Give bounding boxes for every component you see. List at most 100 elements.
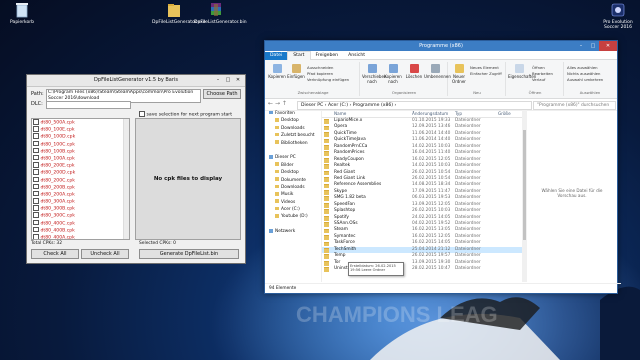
cpk-file-list[interactable]: dt80_500A.cpk dt80_100E.cpk dt80_100D.cpk d… xyxy=(31,118,130,240)
cpk-list-item[interactable]: dt80_100A.cpk xyxy=(32,154,129,162)
einfacher-zugriff-button[interactable]: Einfacher Zugriff xyxy=(470,71,502,76)
cpk-list-item[interactable]: dt80_200D.cpk xyxy=(32,169,129,176)
nav-item[interactable]: Netzwerk xyxy=(265,228,321,235)
tab-ansicht[interactable]: Ansicht xyxy=(343,52,370,60)
cpk-list-item[interactable]: dt80_200A.cpk xyxy=(32,190,129,198)
desktop-icon-bin[interactable]: DpFileListGenerator.bin xyxy=(194,2,247,25)
checkbox-box[interactable] xyxy=(33,154,39,161)
cpk-list-item[interactable]: dt80_200E.cpk xyxy=(32,162,129,169)
nav-item[interactable]: Desktop xyxy=(265,117,321,124)
nav-item[interactable]: Bibliotheken xyxy=(265,140,321,147)
cpk-list-item[interactable]: dt80_200B.cpk xyxy=(32,183,129,191)
ausschneiden-button[interactable]: Ausschneiden xyxy=(307,65,333,70)
cpk-list-item[interactable]: dt80_400C.cpk xyxy=(32,219,129,227)
cpk-list-item[interactable]: dt80_100D.cpk xyxy=(32,133,129,140)
maximize-icon[interactable]: □ xyxy=(223,75,233,86)
generate-button[interactable]: Generate DpFileList.bin xyxy=(139,249,239,259)
verschieben-button[interactable]: Verschieben nach xyxy=(362,64,386,84)
kopieren-button[interactable]: Kopieren xyxy=(268,64,286,79)
loeschen-button[interactable]: Löschen xyxy=(404,64,424,79)
bearbeiten-button[interactable]: Bearbeiten xyxy=(532,71,553,76)
up-arrow-icon[interactable]: ↑ xyxy=(282,100,287,107)
nichts-auswaehlen-button[interactable]: Nichts auswählen xyxy=(567,71,600,76)
checkbox-box[interactable] xyxy=(33,147,39,154)
column-date[interactable]: Änderungsdatum xyxy=(412,110,448,117)
checkbox-box[interactable] xyxy=(33,169,39,175)
checkbox-box[interactable] xyxy=(33,119,39,125)
scrollbar-thumb[interactable] xyxy=(523,130,526,240)
save-selection-checkbox[interactable]: save selection for next program start xyxy=(139,111,232,117)
search-input[interactable]: "Programme (x86)" durchsuchen xyxy=(533,100,616,110)
verknuepfung-button[interactable]: Verknüpfung einfügen xyxy=(307,77,349,82)
checkbox-box[interactable] xyxy=(33,133,39,139)
column-size[interactable]: Größe xyxy=(498,110,511,117)
nav-item[interactable]: Bilder xyxy=(265,162,321,169)
minimize-icon[interactable]: – xyxy=(575,41,587,51)
checkbox-box[interactable] xyxy=(139,111,145,117)
minimize-icon[interactable]: – xyxy=(213,75,223,86)
kopieren-nach-button[interactable]: Kopieren nach xyxy=(383,64,403,84)
checkbox-box[interactable] xyxy=(33,140,39,147)
checkbox-box[interactable] xyxy=(33,190,39,197)
forward-arrow-icon[interactable]: → xyxy=(275,100,280,107)
close-icon[interactable]: ✕ xyxy=(599,41,617,51)
nav-item[interactable]: Acer (C:) xyxy=(265,206,321,213)
tab-freigeben[interactable]: Freigeben xyxy=(311,52,344,60)
file-list-scrollbar[interactable] xyxy=(522,110,527,282)
tab-datei[interactable]: Datei xyxy=(265,52,288,60)
column-type[interactable]: Typ xyxy=(455,110,462,117)
pfad-kopieren-button[interactable]: Pfad kopieren xyxy=(307,71,333,76)
oeffnen-button[interactable]: Öffnen xyxy=(532,65,545,70)
cpk-list-item[interactable]: dt80_100C.cpk xyxy=(32,140,129,148)
dlc-field[interactable] xyxy=(46,101,131,109)
back-arrow-icon[interactable]: ← xyxy=(268,100,273,107)
nav-item[interactable]: Favoriten xyxy=(265,110,321,117)
checkbox-box[interactable] xyxy=(33,226,39,233)
nav-item[interactable]: Desktop xyxy=(265,169,321,176)
nav-item[interactable]: Zuletzt besucht xyxy=(265,132,321,139)
checkbox-box[interactable] xyxy=(33,126,39,132)
desktop-icon-exe[interactable]: DpFileListGenerator.exe xyxy=(152,2,206,25)
check-all-button[interactable]: Check All xyxy=(31,249,79,259)
cpk-list-item[interactable]: dt80_300B.cpk xyxy=(32,205,129,212)
checkbox-box[interactable] xyxy=(33,198,39,204)
column-name[interactable]: Name xyxy=(334,110,346,117)
checkbox-box[interactable] xyxy=(33,162,39,168)
neues-element-button[interactable]: Neues Element xyxy=(470,65,499,70)
nav-item[interactable]: Youtube (D:) xyxy=(265,213,321,220)
checkbox-box[interactable] xyxy=(33,234,39,239)
nav-item[interactable]: Videos xyxy=(265,199,321,206)
desktop-icon-pes[interactable]: Pro Evolution Soccer 2016 xyxy=(596,2,640,30)
nav-item[interactable]: Dokumente xyxy=(265,177,321,184)
cpk-list-item[interactable]: dt80_500A.cpk xyxy=(32,119,129,126)
neuer-ordner-button[interactable]: Neuer Ordner xyxy=(450,64,468,84)
umbenennen-button[interactable]: Umbenennen xyxy=(424,64,451,79)
checkbox-box[interactable] xyxy=(33,183,39,190)
maximize-icon[interactable]: □ xyxy=(587,41,599,51)
app-titlebar[interactable]: DpFileListGenerator v1.5 by Baris – □ ✕ xyxy=(27,75,245,87)
einfuegen-button[interactable]: Einfügen xyxy=(287,64,305,79)
cpk-list-item[interactable]: dt80_300A.cpk xyxy=(32,198,129,205)
verlauf-button[interactable]: Verlauf xyxy=(532,77,545,82)
cpk-list-item[interactable]: dt80_400A.cpk xyxy=(32,234,129,239)
uncheck-all-button[interactable]: Uncheck All xyxy=(81,249,129,259)
cpk-list-item[interactable]: dt80_100E.cpk xyxy=(32,126,129,133)
nav-item[interactable]: Musik xyxy=(265,191,321,198)
address-bar[interactable]: Dieser PC › Acer (C:) › Programme (x86) … xyxy=(297,100,532,110)
checkbox-box[interactable] xyxy=(33,176,39,182)
tab-start[interactable]: Start xyxy=(287,51,311,60)
alles-auswaehlen-button[interactable]: Alles auswählen xyxy=(567,65,598,70)
explorer-titlebar[interactable]: Programme (x86) – □ ✕ xyxy=(265,41,617,51)
nav-item[interactable]: Dieser PC xyxy=(265,154,321,161)
nav-item[interactable]: Downloads xyxy=(265,184,321,191)
auswahl-umkehren-button[interactable]: Auswahl umkehren xyxy=(567,77,603,82)
nav-item[interactable]: Downloads xyxy=(265,125,321,132)
desktop-icon-recycle-bin[interactable]: Papierkorb xyxy=(0,2,44,25)
checkbox-box[interactable] xyxy=(33,212,39,218)
close-icon[interactable]: ✕ xyxy=(233,75,243,86)
list-scrollbar[interactable] xyxy=(123,119,129,239)
cpk-list-item[interactable]: dt80_200C.cpk xyxy=(32,176,129,184)
cpk-list-item[interactable]: dt80_400B.cpk xyxy=(32,226,129,234)
cpk-list-item[interactable]: dt80_300C.cpk xyxy=(32,212,129,219)
dpfilelist-generator-window[interactable]: DpFileListGenerator v1.5 by Baris – □ ✕ Pa… xyxy=(26,74,246,264)
